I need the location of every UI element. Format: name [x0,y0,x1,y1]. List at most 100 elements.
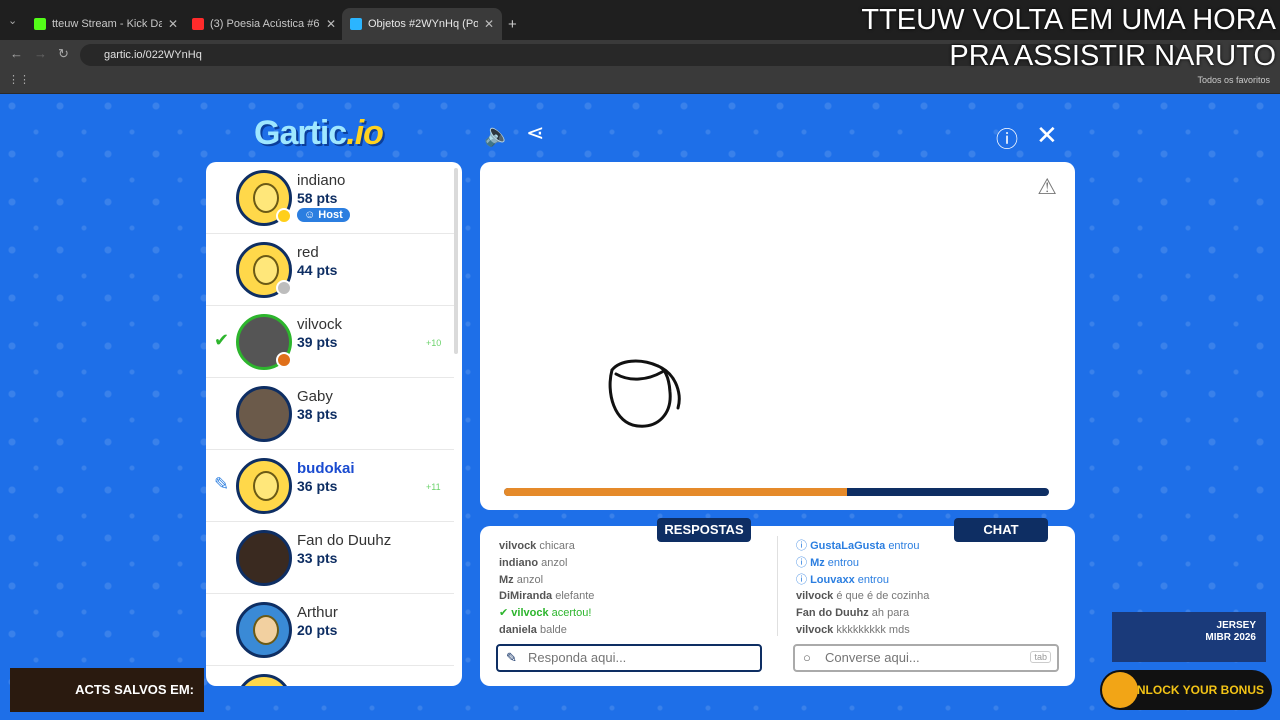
answer-input[interactable] [528,650,728,665]
answers-list: vilvock chicara indiano anzol Mz anzol D… [499,538,759,639]
player-row: ✎ budokai 36 pts +11 [206,450,454,522]
answer-line: indiano anzol [499,556,568,569]
player-row: indiano 58 pts ☺ Host [206,162,454,234]
chat-input[interactable] [825,650,1025,665]
drawing [608,359,681,428]
chat-line-system: ⓘ Mz entrou [796,556,859,569]
player-name: red [297,244,319,261]
reload-icon[interactable]: ↻ [58,46,69,62]
answer-line-correct: ✔ vilvock acertou! [499,607,592,620]
host-label: Host [318,209,343,221]
time-progress-bar [504,488,1049,496]
answers-chat-panel: RESPOSTAS CHAT vilvock chicara indiano a… [480,518,1075,686]
answer-input-box[interactable]: ✎ [496,644,762,672]
drawing-canvas[interactable]: ⚠ [480,162,1075,510]
player-name: Fan do Duuhz [297,532,392,549]
player-row: red 44 pts [206,234,454,306]
answer-line: DiMiranda elefante [499,590,595,603]
bonus-icon [1102,672,1138,708]
pencil-icon: ✎ [214,474,230,494]
browser-tab-title: (3) Poesia Acústica #6 - Era [210,18,320,30]
avatar [236,602,292,658]
player-name: vilvock [297,316,343,333]
tab-list-icon[interactable]: ⌄ [8,14,17,27]
all-bookmarks[interactable]: Todos os favoritos [1197,75,1270,85]
unlock-label: UNLOCK YOUR BONUS [1128,683,1264,697]
browser-tab-title: Objetos #2WYnHq (Portugu [368,18,478,30]
close-tab-icon[interactable]: ✕ [484,17,494,31]
player-name: budokai [297,460,355,477]
points-delta: +10 [426,338,442,348]
player-points: 58 pts [297,190,338,206]
avatar [236,458,292,514]
forward-icon[interactable]: → [34,46,47,61]
overlay-line-2: PRA ASSISTIR NARUTO [949,40,1276,72]
game-area: Gartic.io 🔈 ⋖ ⓘ ✕ indiano 58 pts ☺ Host … [0,94,1280,720]
promo-banner-right: JERSEY MIBR 2026 [1112,612,1266,662]
checkmark-icon: ✔ [214,330,230,350]
kick-favicon-icon [34,18,46,30]
status-badge [276,280,292,296]
browser-tab-gartic[interactable]: Objetos #2WYnHq (Portugu ✕ [342,8,502,40]
host-badge: ☺ Host [297,208,350,222]
close-tab-icon[interactable]: ✕ [326,17,336,31]
points-delta: +11 [426,482,441,492]
info-icon: ⓘ [796,556,807,569]
player-row: ✔ vilvock 39 pts +10 [206,306,454,378]
info-icon[interactable]: ⓘ [996,122,1018,154]
players-scrollbar[interactable] [454,168,458,354]
gartic-logo: Gartic.io [254,114,384,153]
stream-overlay-text: TTEUW VOLTA EM UMA HORA PRA ASSISTIR NAR… [861,2,1276,74]
avatar [236,386,292,442]
new-tab-icon[interactable]: + [508,16,517,33]
player-row [206,666,454,686]
info-icon: ⓘ [796,540,807,552]
promo-banner-left: ACTS SALVOS EM: [10,668,204,712]
browser-tab-youtube[interactable]: (3) Poesia Acústica #6 - Era ✕ [184,8,344,40]
player-row: Gaby 38 pts [206,378,454,450]
player-row: Arthur 20 pts [206,594,454,666]
player-name: indiano [297,172,346,189]
pencil-icon: ✎ [506,650,517,665]
sound-icon[interactable]: 🔈 [484,122,511,148]
status-badge [276,208,292,224]
player-row: Fan do Duuhz 33 pts [206,522,454,594]
promo-right-line-2: MIBR 2026 [1205,632,1256,643]
chat-input-box[interactable]: ○ tab [793,644,1059,672]
answer-line: Mz anzol [499,573,544,586]
share-icon[interactable]: ⋖ [526,120,544,146]
back-icon[interactable]: ← [10,46,23,61]
close-tab-icon[interactable]: ✕ [168,17,178,31]
logo-main: Gartic [254,114,347,152]
answer-line: vilvock chicara [499,540,575,552]
panel-divider [777,536,778,636]
close-game-icon[interactable]: ✕ [1036,120,1058,151]
status-badge [276,352,292,368]
player-points: 20 pts [297,622,338,638]
avatar [236,674,292,686]
info-icon: ⓘ [796,573,807,586]
unlock-bonus-banner[interactable]: UNLOCK YOUR BONUS [1100,670,1272,710]
chat-line-system: ⓘ GustaLaGusta entrou [796,540,920,552]
check-icon: ✔ [499,607,509,620]
answer-line: daniela balde [499,623,567,636]
gartic-favicon-icon [350,18,362,30]
avatar [236,530,292,586]
player-points: 39 pts [297,334,338,350]
chat-line-system: ⓘ Louvaxx entrou [796,573,889,586]
player-name: Gaby [297,388,333,405]
browser-tab-kick[interactable]: tteuw Stream - Kick Dashboard ✕ [26,8,186,40]
chat-list: ⓘ GustaLaGusta entrou ⓘ Mz entrou ⓘ Louv… [796,538,1056,639]
chat-line: vilvock é que é de cozinha [796,590,930,603]
player-points: 36 pts [297,478,338,494]
player-points: 44 pts [297,262,338,278]
time-progress-fill [504,488,848,496]
tab-hint: tab [1030,651,1051,663]
apps-icon[interactable]: ⋮⋮ [8,73,30,86]
youtube-favicon-icon [192,18,204,30]
player-points: 33 pts [297,550,338,566]
players-panel: indiano 58 pts ☺ Host red 44 pts ✔ vilvo… [206,162,462,686]
chat-bubble-icon: ○ [803,650,811,665]
player-points: 38 pts [297,406,338,422]
browser-tab-title: tteuw Stream - Kick Dashboard [52,18,162,30]
